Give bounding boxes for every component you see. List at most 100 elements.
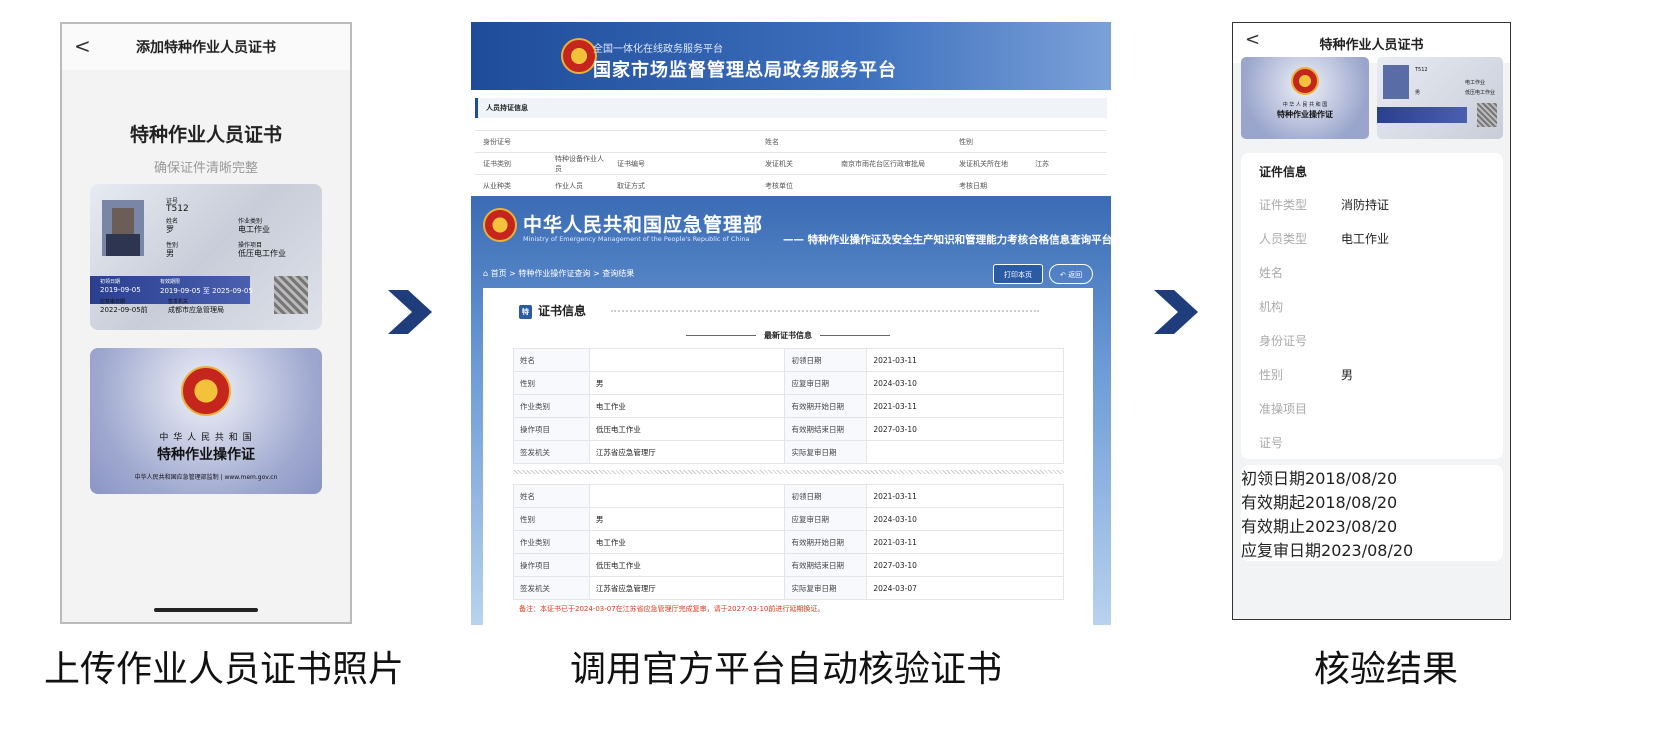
page-subtitle: 确保证件清晰完整: [153, 161, 258, 176]
portrait-photo: [1383, 65, 1409, 99]
cell: 性别: [959, 137, 973, 146]
caption-verify: 调用官方平台自动核验证书: [570, 649, 1003, 690]
table-row: 签发机关 江苏省应急管理厅 实际复审日期 2024-03-07: [513, 576, 1064, 600]
info-row: 有效期起2018/08/20: [1241, 489, 1503, 513]
cert-tag: 特: [519, 304, 532, 319]
cell: 南京市雨花台区行政审批局: [841, 159, 925, 168]
print-button[interactable]: 打印本页: [993, 264, 1043, 284]
section-title: 证件信息: [1259, 165, 1308, 179]
info-row: 性别 男: [1241, 357, 1503, 391]
cell: 发证机关所在地: [959, 159, 1008, 168]
field-value: 男: [588, 371, 786, 395]
table-row: 身份证号 姓名 性别: [475, 130, 1107, 152]
field-label: 签发机关: [513, 440, 590, 464]
field-label: 作业类别: [513, 394, 590, 418]
back-button[interactable]: <: [74, 34, 91, 58]
no-value: T512: [166, 204, 189, 214]
field-label: 应复审日期: [1241, 541, 1322, 560]
certificate-back-thumbnail[interactable]: 中 华 人 民 共 和 国 特种作业操作证: [1241, 57, 1369, 139]
field-value: 2023/08/20: [1321, 541, 1414, 560]
nav-bar: < 添加特种作业人员证书: [62, 24, 350, 70]
certificate-front-upload[interactable]: 证号 T512 姓名 罗 作业类别 电工作业 性别 男 操作项目 低压电工作业 …: [90, 184, 322, 330]
divider: [513, 470, 1064, 474]
cell: 证书编号: [617, 159, 645, 168]
thumb-item: 低压电工作业: [1465, 90, 1496, 96]
table-row: 操作项目 低压电工作业 有效期结束日期 2027-03-10: [513, 553, 1064, 577]
country-text: 中 华 人 民 共 和 国: [159, 433, 253, 443]
field-label: 有效期结束日期: [784, 417, 868, 441]
field-label: 性别: [1259, 367, 1284, 382]
info-row: 身份证号: [1241, 323, 1503, 357]
field-value: 2024-03-10: [866, 371, 1064, 395]
table-row: 证书类别 特种设备作业人员 证书编号 发证机关 南京市雨花台区行政审批局 发证机…: [475, 152, 1107, 174]
field-label: 有效期开始日期: [784, 530, 868, 554]
chevron-right-icon: [1154, 290, 1198, 334]
issuer-label: 签发机关: [168, 299, 189, 305]
field-value: 2018/08/20: [1305, 469, 1398, 488]
samr-subtitle: 全国一体化在线政务服务平台: [593, 44, 723, 55]
thumb-no: T512: [1415, 67, 1428, 73]
field-value: 2021-03-11: [866, 394, 1064, 418]
samr-header: 全国一体化在线政务服务平台 国家市场监督管理总局政务服务平台: [471, 22, 1111, 90]
cell: 姓名: [765, 137, 779, 146]
field-value: 电工作业: [588, 394, 786, 418]
nav-title: 特种作业人员证书: [1319, 37, 1424, 53]
certificate-info-card: 证件信息 证件类型 消防持证 人员类型 电工作业 姓名 机构 身份证号 性别 男准操项目 证号: [1241, 153, 1503, 459]
back-button[interactable]: ↶ 返回: [1049, 264, 1094, 284]
sex-value: 男: [166, 249, 174, 258]
valid-value: 2019-09-05 至 2025-09-05: [160, 287, 253, 295]
table-row: 作业类别 电工作业 有效期开始日期 2021-03-11: [513, 530, 1064, 554]
field-label: 初领日期: [784, 484, 868, 508]
caption-upload: 上传作业人员证书照片: [44, 649, 405, 690]
field-label: 有效期结束日期: [784, 553, 868, 577]
name-value: 罗: [166, 225, 174, 234]
cell: 考核日期: [959, 181, 987, 190]
home-icon[interactable]: ⌂: [483, 269, 491, 278]
table-row: 姓名 初领日期 2021-03-11: [513, 348, 1064, 372]
thumb-sex: 男: [1415, 90, 1421, 96]
qr-code: [1477, 103, 1497, 127]
certificate-front-thumbnail[interactable]: T512 电工作业 男 低压电工作业: [1377, 57, 1503, 139]
mem-platform-title: —— 特种作业操作证及安全生产知识和管理能力考核合格信息查询平台: [783, 234, 1111, 246]
mem-panel: 中华人民共和国应急管理部 Ministry of Emergency Manag…: [471, 196, 1111, 625]
page-title: 特种作业人员证书: [129, 124, 282, 146]
thumb-type: 电工作业: [1465, 80, 1486, 86]
table-row: 操作项目 低压电工作业 有效期结束日期 2027-03-10: [513, 417, 1064, 441]
latest-text: 最新证书信息: [764, 331, 812, 340]
table-row: 作业类别 电工作业 有效期开始日期 2021-03-11: [513, 394, 1064, 418]
field-label: 操作项目: [513, 553, 590, 577]
field-label: 初领日期: [1241, 469, 1306, 488]
field-label: 应复审日期: [784, 371, 868, 395]
field-label: 有效期止: [1241, 517, 1306, 536]
caption-result: 核验结果: [1314, 649, 1459, 690]
field-label: 应复审日期: [784, 507, 868, 531]
field-label: 性别: [513, 507, 590, 531]
chevron-right-icon: [388, 290, 432, 334]
samr-section-title: 人员持证信息: [475, 98, 1107, 118]
field-label: 姓名: [513, 484, 590, 508]
breadcrumb-text[interactable]: 首页 > 特种作业操作证查询 > 查询结果: [491, 269, 635, 278]
cert-title: 证书信息: [538, 304, 587, 318]
back-button[interactable]: <: [1245, 29, 1260, 50]
field-label: 作业类别: [513, 530, 590, 554]
table-row: 性别男应复审日期 2024-03-10: [513, 507, 1064, 531]
field-value: 2021-03-11: [866, 348, 1064, 372]
mem-english-title: Ministry of Emergency Management of the …: [523, 235, 750, 243]
certificate-back-upload[interactable]: 中 华 人 民 共 和 国 特种作业操作证 中华人民共和国应急管理部监制 | w…: [90, 348, 322, 494]
cell: 发证机关: [765, 159, 793, 168]
national-emblem-icon: [181, 366, 231, 416]
field-label: 实际复审日期: [784, 576, 868, 600]
cell: 取证方式: [617, 181, 645, 190]
cell: 特种设备作业人员: [555, 154, 604, 173]
cert-footer: 中华人民共和国应急管理部监制 | www.mem.gov.cn: [134, 474, 278, 481]
field-label: 签发机关: [513, 576, 590, 600]
result-panel: 特证书信息 最新证书信息 姓名 初领日期 2021-03-11 性别男应复审日期 202…: [483, 288, 1093, 625]
field-value: 男: [1341, 367, 1354, 382]
table-row: 性别男应复审日期 2024-03-10: [513, 371, 1064, 395]
type-value: 电工作业: [238, 225, 270, 234]
field-value: 男: [588, 507, 786, 531]
card-band: [1377, 107, 1467, 123]
info-row: 机构: [1241, 289, 1503, 323]
national-emblem-icon: [561, 38, 597, 74]
field-label: 准操项目: [1259, 401, 1308, 416]
